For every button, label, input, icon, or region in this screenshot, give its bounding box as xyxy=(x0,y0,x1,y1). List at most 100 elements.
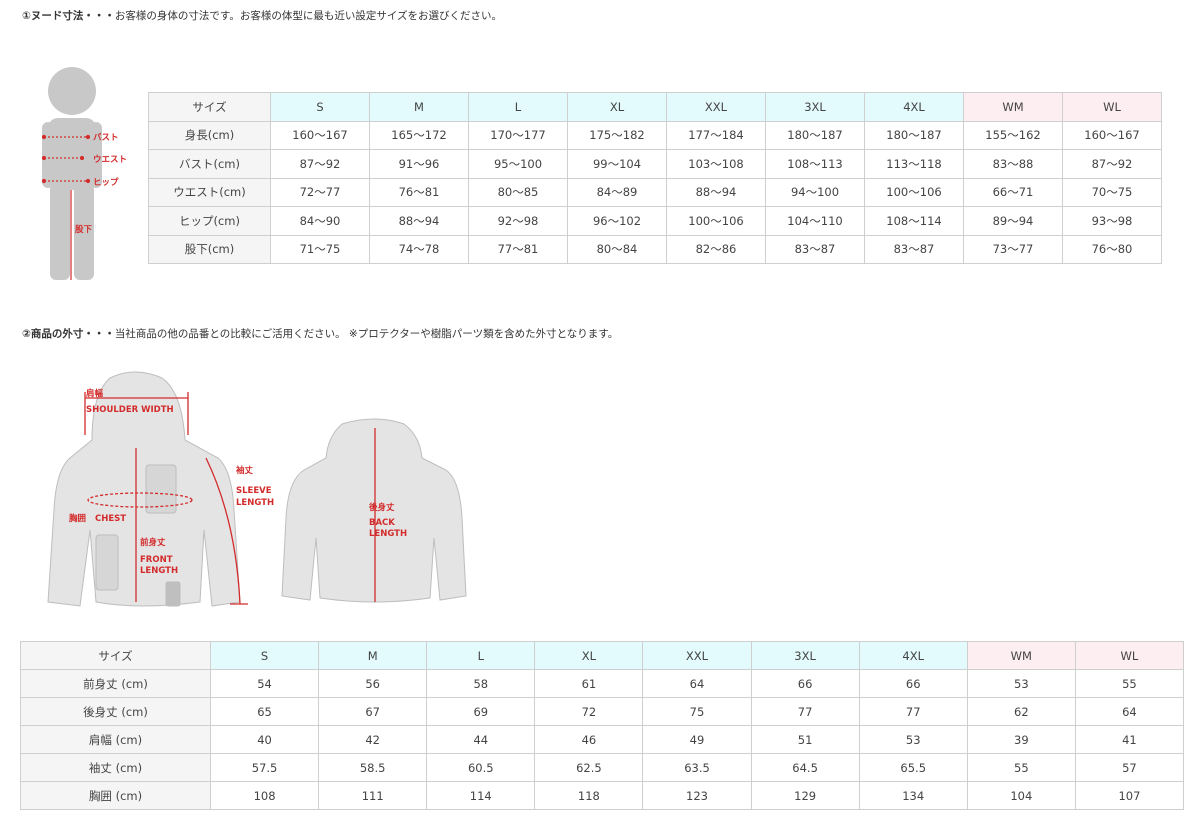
table-cell: 83〜87 xyxy=(765,234,865,264)
table-cell: 108 xyxy=(209,781,320,810)
table-cell: 96〜102 xyxy=(567,206,667,236)
section2-heading-bold: ②商品の外寸・・・ xyxy=(22,328,115,340)
header-cell: サイズ xyxy=(20,641,211,670)
table-cell: 42 xyxy=(318,725,428,754)
table-cell: 155〜162 xyxy=(963,120,1063,150)
jacket-front-figure: 肩幅 SHOULDER WIDTH 袖丈 SLEEVE LENGTH 胸囲 CH… xyxy=(47,371,274,607)
header-cell: WM xyxy=(966,641,1076,670)
table-cell: 44 xyxy=(426,725,536,754)
header-cell: 4XL xyxy=(864,92,964,122)
header-cell: WL xyxy=(1062,92,1162,122)
row-label: 後身丈 (cm) xyxy=(20,697,211,726)
table-cell: 107 xyxy=(1074,781,1185,810)
table-cell: 129 xyxy=(750,781,860,810)
table-cell: 76〜80 xyxy=(1062,234,1162,264)
back-jp-label: 後身丈 xyxy=(369,502,395,513)
table-cell: 84〜90 xyxy=(270,206,370,236)
hip-label: ヒップ xyxy=(93,177,119,188)
sleeve-en2-label: LENGTH xyxy=(236,498,274,508)
row-label: 袖丈 (cm) xyxy=(20,753,211,782)
bust-label: バスト xyxy=(93,132,119,143)
table-cell: 64.5 xyxy=(750,753,860,782)
header-cell: XL xyxy=(567,92,667,122)
table-cell: 114 xyxy=(426,781,536,810)
table-cell: 51 xyxy=(750,725,860,754)
header-cell: XL xyxy=(534,641,644,670)
header-cell: WL xyxy=(1074,641,1185,670)
table-cell: 62 xyxy=(966,697,1076,726)
header-cell: M xyxy=(318,641,428,670)
table-cell: 72 xyxy=(534,697,644,726)
table-row: 股下(cm) 71〜75 74〜78 77〜81 80〜84 82〜86 83〜… xyxy=(148,234,1162,264)
table-cell: 63.5 xyxy=(642,753,752,782)
header-cell: S xyxy=(209,641,320,670)
back-en2-label: LENGTH xyxy=(369,529,407,539)
table-cell: 180〜187 xyxy=(864,120,964,150)
table-cell: 177〜184 xyxy=(666,120,766,150)
row-label: バスト(cm) xyxy=(148,149,271,179)
table-cell: 69 xyxy=(426,697,536,726)
table-cell: 60.5 xyxy=(426,753,536,782)
table-cell: 40 xyxy=(209,725,320,754)
table-cell: 160〜167 xyxy=(270,120,370,150)
table-cell: 58 xyxy=(426,669,536,698)
front-jp-label: 前身丈 xyxy=(140,537,166,548)
waist-label: ウエスト xyxy=(93,155,127,165)
table-row: ウエスト(cm) 72〜77 76〜81 80〜85 84〜89 88〜94 9… xyxy=(148,177,1162,207)
table-cell: 111 xyxy=(318,781,428,810)
section1-heading-bold: ①ヌード寸法・・・ xyxy=(22,10,115,22)
nude-size-table: サイズ S M L XL XXL 3XL 4XL WM WL 身長(cm) 16… xyxy=(148,92,1162,264)
table-cell: 83〜88 xyxy=(963,149,1063,179)
table-row: 袖丈 (cm) 57.5 58.5 60.5 62.5 63.5 64.5 65… xyxy=(20,753,1185,782)
table-row: 身長(cm) 160〜167 165〜172 170〜177 175〜182 1… xyxy=(148,120,1162,150)
header-cell: 4XL xyxy=(858,641,968,670)
table-cell: 53 xyxy=(966,669,1076,698)
jacket-back-figure: 後身丈 BACK LENGTH xyxy=(281,418,467,603)
garment-size-table: サイズ S M L XL XXL 3XL 4XL WM WL 前身丈 (cm) … xyxy=(20,641,1185,810)
table-cell: 73〜77 xyxy=(963,234,1063,264)
table-cell: 41 xyxy=(1074,725,1185,754)
table-row: 前身丈 (cm) 54 56 58 61 64 66 66 53 55 xyxy=(20,669,1185,698)
header-cell: 3XL xyxy=(765,92,865,122)
table-cell: 80〜84 xyxy=(567,234,667,264)
table-cell: 95〜100 xyxy=(468,149,568,179)
table-cell: 89〜94 xyxy=(963,206,1063,236)
header-cell: L xyxy=(426,641,536,670)
table-cell: 94〜100 xyxy=(765,177,865,207)
table-cell: 67 xyxy=(318,697,428,726)
table-cell: 61 xyxy=(534,669,644,698)
table-cell: 57 xyxy=(1074,753,1185,782)
table-cell: 53 xyxy=(858,725,968,754)
table-cell: 87〜92 xyxy=(270,149,370,179)
table-row: ヒップ(cm) 84〜90 88〜94 92〜98 96〜102 100〜106… xyxy=(148,206,1162,236)
inseam-label: 股下 xyxy=(75,224,93,235)
table-cell: 74〜78 xyxy=(369,234,469,264)
sleeve-en1-label: SLEEVE xyxy=(236,486,272,496)
table-cell: 91〜96 xyxy=(369,149,469,179)
table-cell: 66 xyxy=(750,669,860,698)
table-cell: 66 xyxy=(858,669,968,698)
table-row: 肩幅 (cm) 40 42 44 46 49 51 53 39 41 xyxy=(20,725,1185,754)
table-cell: 134 xyxy=(858,781,968,810)
section2-heading: ②商品の外寸・・・当社商品の他の品番との比較にご活用ください。 ※プロテクターや… xyxy=(22,326,618,341)
back-en1-label: BACK xyxy=(369,518,395,528)
section1-heading: ①ヌード寸法・・・お客様の身体の寸法です。お客様の体型に最も近い設定サイズをお選… xyxy=(22,8,502,23)
table-cell: 55 xyxy=(966,753,1076,782)
table-cell: 88〜94 xyxy=(666,177,766,207)
table-cell: 46 xyxy=(534,725,644,754)
table-cell: 108〜113 xyxy=(765,149,865,179)
table-cell: 160〜167 xyxy=(1062,120,1162,150)
row-label: 身長(cm) xyxy=(148,120,271,150)
table-cell: 57.5 xyxy=(209,753,320,782)
table-cell: 64 xyxy=(1074,697,1185,726)
table-cell: 49 xyxy=(642,725,752,754)
shoulder-jp-label: 肩幅 xyxy=(86,388,104,399)
table-cell: 64 xyxy=(642,669,752,698)
table-cell: 100〜106 xyxy=(864,177,964,207)
section2-heading-text: 当社商品の他の品番との比較にご活用ください。 ※プロテクターや樹脂パーツ類を含め… xyxy=(114,328,619,340)
table-cell: 103〜108 xyxy=(666,149,766,179)
table-cell: 65.5 xyxy=(858,753,968,782)
table-cell: 70〜75 xyxy=(1062,177,1162,207)
table-header-row: サイズ S M L XL XXL 3XL 4XL WM WL xyxy=(148,92,1162,122)
table-cell: 62.5 xyxy=(534,753,644,782)
